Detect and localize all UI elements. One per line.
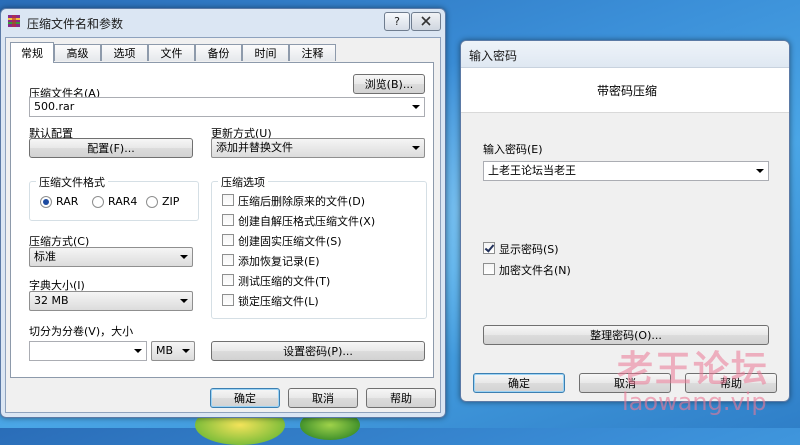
chevron-down-icon bbox=[180, 255, 188, 259]
split-unit-select[interactable]: MB bbox=[151, 341, 195, 361]
profiles-button[interactable]: 配置(F)... bbox=[29, 138, 193, 158]
password-value: 上老王论坛当老王 bbox=[488, 164, 576, 177]
archive-name-value: 500.rar bbox=[34, 100, 75, 113]
radio-rar-label: RAR bbox=[56, 195, 79, 208]
watermark-text: 老王论坛 bbox=[617, 349, 770, 390]
browse-button[interactable]: 浏览(B)... bbox=[353, 74, 425, 94]
archive-settings-window: 压缩文件名和参数 ? 常规 高级 选项 文件 备份 时间 注释 压缩文件名(A)… bbox=[0, 8, 446, 418]
password-label: 输入密码(E) bbox=[483, 143, 543, 156]
compression-method-value: 标准 bbox=[34, 250, 56, 263]
option-lock-archive-label: 锁定压缩文件(L) bbox=[238, 295, 319, 308]
archive-options-group: 压缩选项 压缩后删除原来的文件(D) 创建自解压格式压缩文件(X) 创建固实压缩… bbox=[211, 174, 427, 319]
archive-format-group: 压缩文件格式 RAR RAR4 ZIP bbox=[29, 174, 199, 221]
option-recovery-record-label: 添加恢复记录(E) bbox=[238, 255, 320, 268]
close-button[interactable] bbox=[411, 12, 441, 31]
password-title-bar[interactable]: 输入密码 bbox=[461, 41, 789, 68]
dictionary-size-value: 32 MB bbox=[34, 294, 69, 307]
checkbox-recovery-record[interactable] bbox=[222, 254, 234, 266]
chevron-down-icon bbox=[412, 105, 420, 109]
close-icon bbox=[421, 16, 431, 26]
archive-name-combo[interactable]: 500.rar bbox=[29, 97, 425, 117]
split-size-combo[interactable] bbox=[29, 341, 147, 361]
chevron-down-icon bbox=[412, 146, 420, 150]
help-button[interactable]: 帮助 bbox=[366, 388, 436, 408]
dictionary-size-select[interactable]: 32 MB bbox=[29, 291, 193, 311]
chevron-down-icon bbox=[182, 349, 190, 353]
ok-button[interactable]: 确定 bbox=[210, 388, 280, 408]
set-password-button[interactable]: 设置密码(P)... bbox=[211, 341, 425, 361]
cancel-button[interactable]: 取消 bbox=[288, 388, 358, 408]
archive-options-group-label: 压缩选项 bbox=[218, 174, 268, 190]
archive-format-group-label: 压缩文件格式 bbox=[36, 174, 108, 190]
radio-zip[interactable] bbox=[146, 196, 158, 208]
title-bar[interactable]: 压缩文件名和参数 ? bbox=[1, 9, 445, 35]
checkbox-create-sfx[interactable] bbox=[222, 214, 234, 226]
split-volumes-label: 切分为分卷(V)，大小 bbox=[29, 325, 134, 338]
checkbox-encrypt-file-names[interactable] bbox=[483, 263, 495, 275]
password-header-area: 带密码压缩 bbox=[461, 68, 789, 113]
password-input[interactable]: 上老王论坛当老王 bbox=[483, 161, 769, 181]
update-mode-select[interactable]: 添加并替换文件 bbox=[211, 138, 425, 158]
option-test-files-label: 测试压缩的文件(T) bbox=[238, 275, 331, 288]
checkbox-lock-archive[interactable] bbox=[222, 294, 234, 306]
password-ok-button[interactable]: 确定 bbox=[473, 373, 565, 393]
winrar-app-icon bbox=[7, 14, 21, 28]
tab-general[interactable]: 常规 bbox=[10, 42, 54, 63]
tab-options[interactable]: 选项 bbox=[101, 44, 148, 61]
option-delete-after-label: 压缩后删除原来的文件(D) bbox=[238, 195, 366, 208]
password-heading: 带密码压缩 bbox=[597, 84, 658, 98]
chevron-down-icon bbox=[134, 349, 142, 353]
encrypt-file-names-label: 加密文件名(N) bbox=[499, 264, 571, 277]
option-solid-label: 创建固实压缩文件(S) bbox=[238, 235, 342, 248]
radio-zip-label: ZIP bbox=[162, 195, 180, 208]
password-window-title: 输入密码 bbox=[469, 49, 518, 63]
radio-rar4[interactable] bbox=[92, 196, 104, 208]
tab-comment[interactable]: 注释 bbox=[289, 44, 336, 61]
tab-panel-general: 压缩文件名(A) 浏览(B)... 500.rar 默认配置 配置(F)... … bbox=[10, 62, 434, 378]
compression-method-select[interactable]: 标准 bbox=[29, 247, 193, 267]
update-mode-value: 添加并替换文件 bbox=[216, 141, 293, 154]
option-create-sfx-label: 创建自解压格式压缩文件(X) bbox=[238, 215, 376, 228]
radio-rar[interactable] bbox=[40, 196, 52, 208]
main-client-area: 常规 高级 选项 文件 备份 时间 注释 压缩文件名(A) 浏览(B)... 5… bbox=[5, 37, 441, 413]
tab-files[interactable]: 文件 bbox=[148, 44, 195, 61]
checkbox-solid[interactable] bbox=[222, 234, 234, 246]
window-title: 压缩文件名和参数 bbox=[27, 17, 124, 31]
radio-rar4-label: RAR4 bbox=[108, 195, 138, 208]
checkbox-delete-after[interactable] bbox=[222, 194, 234, 206]
watermark-url: laowang.vip bbox=[622, 388, 767, 416]
help-button-title[interactable]: ? bbox=[384, 12, 410, 31]
tab-time[interactable]: 时间 bbox=[242, 44, 289, 61]
checkbox-show-password[interactable] bbox=[483, 242, 495, 254]
chevron-down-icon bbox=[180, 299, 188, 303]
split-unit-value: MB bbox=[156, 344, 174, 357]
chevron-down-icon bbox=[756, 169, 764, 173]
tab-advanced[interactable]: 高级 bbox=[54, 44, 101, 61]
tab-backup[interactable]: 备份 bbox=[195, 44, 242, 61]
show-password-label: 显示密码(S) bbox=[499, 243, 559, 256]
checkbox-test-files[interactable] bbox=[222, 274, 234, 286]
tab-strip: 常规 高级 选项 文件 备份 时间 注释 bbox=[6, 38, 440, 64]
